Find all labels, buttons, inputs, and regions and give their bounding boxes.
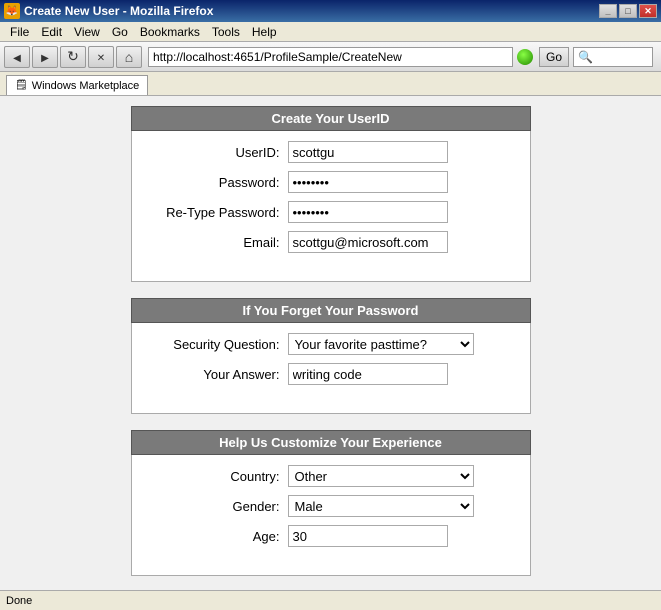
status-bar: Done (0, 590, 661, 610)
gender-row: Gender: Male Female Other (148, 495, 514, 517)
email-row: Email: (148, 231, 514, 253)
section-create-userid-header: Create Your UserID (131, 106, 531, 131)
security-question-label: Security Question: (148, 337, 288, 352)
page-content: Create Your UserID UserID: Password: Re-… (0, 96, 661, 590)
tab-label: Windows Marketplace (32, 80, 140, 92)
tab-windows-marketplace[interactable]: 🗒 Windows Marketplace (6, 75, 148, 95)
window-controls: _ □ ✕ (599, 4, 657, 18)
country-row: Country: United States Canada United Kin… (148, 465, 514, 487)
back-button[interactable] (4, 46, 30, 68)
security-question-select[interactable]: Your favorite pasttime? Your mother's ma… (288, 333, 474, 355)
userid-label: UserID: (148, 145, 288, 160)
forward-button[interactable] (32, 46, 58, 68)
section-create-userid: Create Your UserID UserID: Password: Re-… (131, 106, 531, 282)
menu-help[interactable]: Help (246, 24, 283, 40)
status-text: Done (6, 595, 32, 607)
retype-password-input[interactable] (288, 201, 448, 223)
age-input[interactable] (288, 525, 448, 547)
menu-edit[interactable]: Edit (35, 24, 68, 40)
retype-password-label: Re-Type Password: (148, 205, 288, 220)
form-container: Create Your UserID UserID: Password: Re-… (131, 106, 531, 590)
section-forget-password: If You Forget Your Password Security Que… (131, 298, 531, 414)
section-forget-password-body: Security Question: Your favorite pasttim… (131, 323, 531, 414)
minimize-button[interactable]: _ (599, 4, 617, 18)
answer-label: Your Answer: (148, 367, 288, 382)
security-question-row: Security Question: Your favorite pasttim… (148, 333, 514, 355)
answer-row: Your Answer: (148, 363, 514, 385)
address-input[interactable] (148, 47, 513, 67)
tab-icon: 🗒 (15, 80, 28, 91)
section-customize-header: Help Us Customize Your Experience (131, 430, 531, 455)
gender-label: Gender: (148, 499, 288, 514)
age-label: Age: (148, 529, 288, 544)
password-input[interactable] (288, 171, 448, 193)
email-input[interactable] (288, 231, 448, 253)
menu-file[interactable]: File (4, 24, 35, 40)
userid-row: UserID: (148, 141, 514, 163)
menu-tools[interactable]: Tools (206, 24, 246, 40)
section-customize: Help Us Customize Your Experience Countr… (131, 430, 531, 576)
email-label: Email: (148, 235, 288, 250)
app-icon: 🦊 (4, 3, 20, 19)
tab-bar: 🗒 Windows Marketplace (0, 72, 661, 96)
menu-bar: File Edit View Go Bookmarks Tools Help (0, 22, 661, 42)
maximize-button[interactable]: □ (619, 4, 637, 18)
address-bar: Go (148, 47, 653, 67)
password-label: Password: (148, 175, 288, 190)
search-input[interactable] (573, 47, 653, 67)
gender-select[interactable]: Male Female Other (288, 495, 474, 517)
section-create-userid-body: UserID: Password: Re-Type Password: Emai… (131, 131, 531, 282)
go-icon (517, 49, 533, 65)
reload-button[interactable] (60, 46, 86, 68)
stop-button[interactable] (88, 46, 114, 68)
section-customize-body: Country: United States Canada United Kin… (131, 455, 531, 576)
age-row: Age: (148, 525, 514, 547)
title-bar: 🦊 Create New User - Mozilla Firefox _ □ … (0, 0, 661, 22)
answer-input[interactable] (288, 363, 448, 385)
menu-view[interactable]: View (68, 24, 106, 40)
country-label: Country: (148, 469, 288, 484)
country-select[interactable]: United States Canada United Kingdom Aust… (288, 465, 474, 487)
password-row: Password: (148, 171, 514, 193)
go-button[interactable]: Go (539, 47, 569, 67)
menu-go[interactable]: Go (106, 24, 134, 40)
retype-password-row: Re-Type Password: (148, 201, 514, 223)
close-button[interactable]: ✕ (639, 4, 657, 18)
toolbar: Go (0, 42, 661, 72)
home-button[interactable] (116, 46, 142, 68)
section-forget-password-header: If You Forget Your Password (131, 298, 531, 323)
menu-bookmarks[interactable]: Bookmarks (134, 24, 206, 40)
window-title: Create New User - Mozilla Firefox (24, 4, 599, 18)
userid-input[interactable] (288, 141, 448, 163)
